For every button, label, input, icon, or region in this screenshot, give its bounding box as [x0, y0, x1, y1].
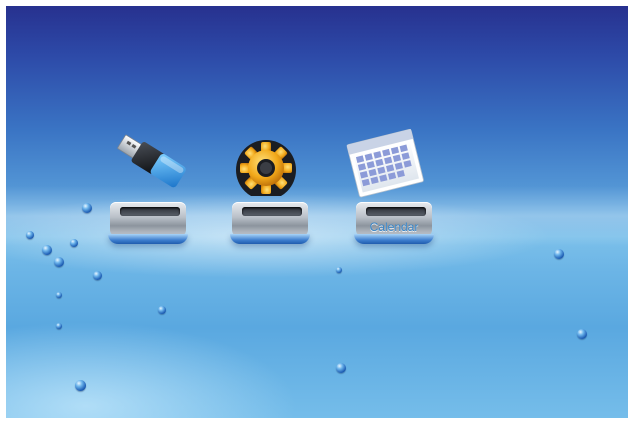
water-drop [56, 323, 62, 329]
water-drop [82, 203, 92, 213]
water-drop [75, 380, 86, 391]
water-drop [158, 306, 166, 314]
calendar-app-icon[interactable]: Calendar [346, 126, 436, 246]
calendar-icon [346, 129, 424, 198]
calendar-label: Calendar [369, 220, 419, 234]
water-drop [26, 231, 34, 239]
desktop-screen: Calendar [6, 6, 628, 418]
water-drop [54, 257, 64, 267]
water-drop [93, 271, 102, 280]
calendar-pedestal: Calendar [354, 202, 434, 246]
water-drop [56, 292, 62, 298]
water-drop [336, 267, 342, 273]
water-drop [577, 329, 587, 339]
water-drop [70, 239, 78, 247]
settings-app-icon[interactable] [226, 126, 316, 246]
usb-app-icon[interactable] [102, 126, 192, 246]
water-drop [336, 363, 346, 373]
water-drop [42, 245, 52, 255]
usb-pedestal [108, 202, 188, 246]
usb-drive-icon [117, 134, 186, 188]
background-haze [6, 186, 628, 246]
gear-icon [236, 140, 296, 196]
settings-pedestal [230, 202, 310, 246]
water-drop [554, 249, 564, 259]
